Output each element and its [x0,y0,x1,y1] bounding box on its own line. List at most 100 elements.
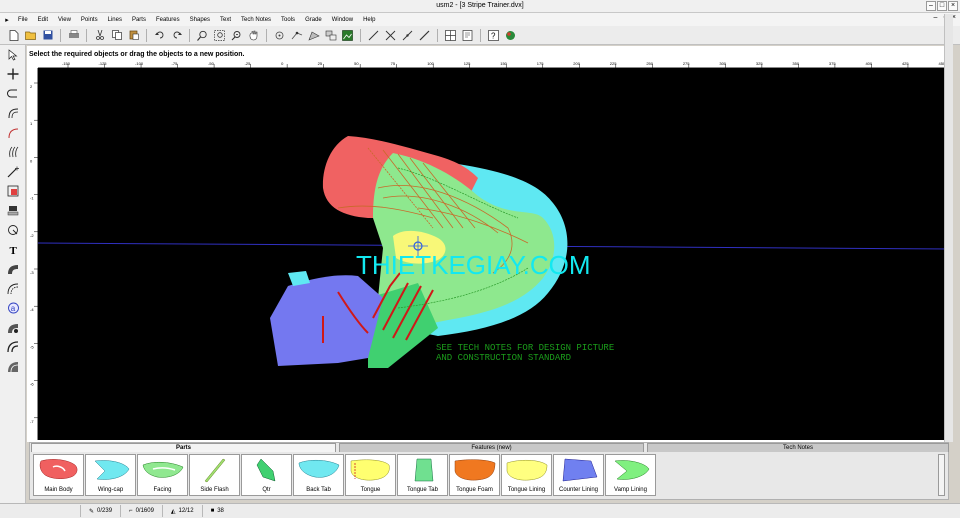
layers-icon[interactable] [322,28,339,43]
menu-view[interactable]: View [54,17,77,23]
menu-features[interactable]: Features [152,17,186,23]
menu-help[interactable]: Help [359,17,381,23]
notch-tool-icon[interactable] [0,260,26,280]
tab-parts[interactable]: Parts [31,443,336,452]
grade-nest-icon[interactable] [0,338,26,358]
digitize-icon[interactable] [288,28,305,43]
parallel-curve-icon[interactable] [0,143,26,163]
undo-icon[interactable] [151,28,168,43]
shape-fill-icon[interactable] [0,318,26,338]
tab-tech-notes[interactable]: Tech Notes [647,443,949,452]
part-label: Tongue Lining [507,487,546,493]
help-icon[interactable]: ? [485,28,502,43]
open-folder-icon[interactable] [22,28,39,43]
part-tile[interactable]: Tongue [345,454,396,496]
grade-icon[interactable] [305,28,322,43]
shell-tool-icon[interactable] [0,357,26,377]
menu-shapes[interactable]: Shapes [186,17,216,23]
line-tool-icon[interactable] [365,28,382,43]
select-arrow-icon[interactable] [0,45,26,65]
save-icon[interactable] [39,28,56,43]
menu-grade[interactable]: Grade [301,17,328,23]
ruler-label: -5 [30,344,34,349]
part-label: Side Flash [200,487,229,493]
part-tile[interactable]: Vamp Lining [605,454,656,496]
part-tile[interactable]: Facing [137,454,188,496]
part-tile[interactable]: Tongue Tab [397,454,448,496]
zoom-window-icon[interactable] [211,28,228,43]
menu-file[interactable]: File [14,17,34,23]
measure-icon[interactable] [271,28,288,43]
menu-tools[interactable]: Tools [277,17,301,23]
parts-scrollbar[interactable] [938,454,945,496]
part-tile[interactable]: Wing-cap [85,454,136,496]
status-bar: ✎ 0/239 ⌐ 0/1609 ◭ 12/12 ■ 38 [0,503,960,518]
part-tile[interactable]: Qtr [241,454,292,496]
ruler-label: -150 [62,61,71,66]
ruler-label: 125 [464,61,471,66]
print-icon[interactable] [65,28,82,43]
design-canvas[interactable]: THIETKEGIAY.COM SEE TECH NOTES FOR DESIG… [38,68,951,440]
drawing-panel: Select the required objects or drag the … [27,46,953,442]
menu-window[interactable]: Window [328,17,359,23]
menu-tech-notes[interactable]: Tech Notes [237,17,277,23]
redo-icon[interactable] [168,28,185,43]
sew-line-icon[interactable] [0,279,26,299]
menu-text[interactable]: Text [216,17,237,23]
part-tile[interactable]: Tongue Foam [449,454,500,496]
menu-lines[interactable]: Lines [104,17,128,23]
stamp-tool-icon[interactable] [0,201,26,221]
tab-features[interactable]: Features (new) [339,443,644,452]
part-tile[interactable]: Counter Lining [553,454,604,496]
app-menu-icon[interactable]: ▸ [0,16,14,24]
text-tool-icon[interactable]: T [0,240,26,260]
wand-tool-icon[interactable] [0,162,26,182]
part-tile[interactable]: Tongue Lining [501,454,552,496]
ruler-label: 250 [646,61,653,66]
menu-points[interactable]: Points [77,17,104,23]
part-label: Facing [153,487,172,493]
curve-tool-icon[interactable] [0,84,26,104]
new-file-icon[interactable] [5,28,22,43]
part-label: Qtr [262,487,271,493]
shoe-icon: ◭ [170,508,176,515]
arc-tool-icon[interactable] [0,104,26,124]
spec-icon[interactable] [459,28,476,43]
part-tile[interactable]: Back Tab [293,454,344,496]
ruler-label: -4 [30,307,34,312]
menu-parts[interactable]: Parts [128,17,152,23]
part-tile[interactable]: Side Flash [189,454,240,496]
watermark-text: THIETKEGIAY.COM [356,250,591,280]
paste-icon[interactable] [125,28,142,43]
toolbar-divider [360,28,361,42]
vertical-scrollbar[interactable] [944,14,953,442]
move-point-icon[interactable] [0,65,26,85]
svg-text:?: ? [491,31,496,40]
ruler-label: 325 [756,61,763,66]
zoom-icon[interactable] [194,28,211,43]
pan-icon[interactable] [245,28,262,43]
label-tool-icon[interactable]: a [0,299,26,319]
grid-icon[interactable] [442,28,459,43]
lines-count: 0/239 [97,508,113,514]
cut-icon[interactable] [91,28,108,43]
part-select-icon[interactable] [0,182,26,202]
fillet-tool-icon[interactable] [0,123,26,143]
svg-text:a: a [10,304,15,313]
zoom-fit-icon[interactable] [228,28,245,43]
ruler-label: -3 [30,270,34,275]
close-button[interactable]: × [948,1,958,11]
minimize-button[interactable]: – [926,1,936,11]
rotate-tool-icon[interactable] [0,221,26,241]
tangent-line-icon[interactable] [399,28,416,43]
web-icon[interactable] [502,28,519,43]
part-tile[interactable]: Main Body [33,454,84,496]
menu-edit[interactable]: Edit [34,17,54,23]
mdi-minimize-icon[interactable]: – [934,14,938,21]
offset-line-icon[interactable] [416,28,433,43]
maximize-button[interactable]: □ [937,1,947,11]
cross-line-icon[interactable] [382,28,399,43]
image-icon[interactable] [339,28,356,43]
ruler-label: 275 [683,61,690,66]
copy-icon[interactable] [108,28,125,43]
